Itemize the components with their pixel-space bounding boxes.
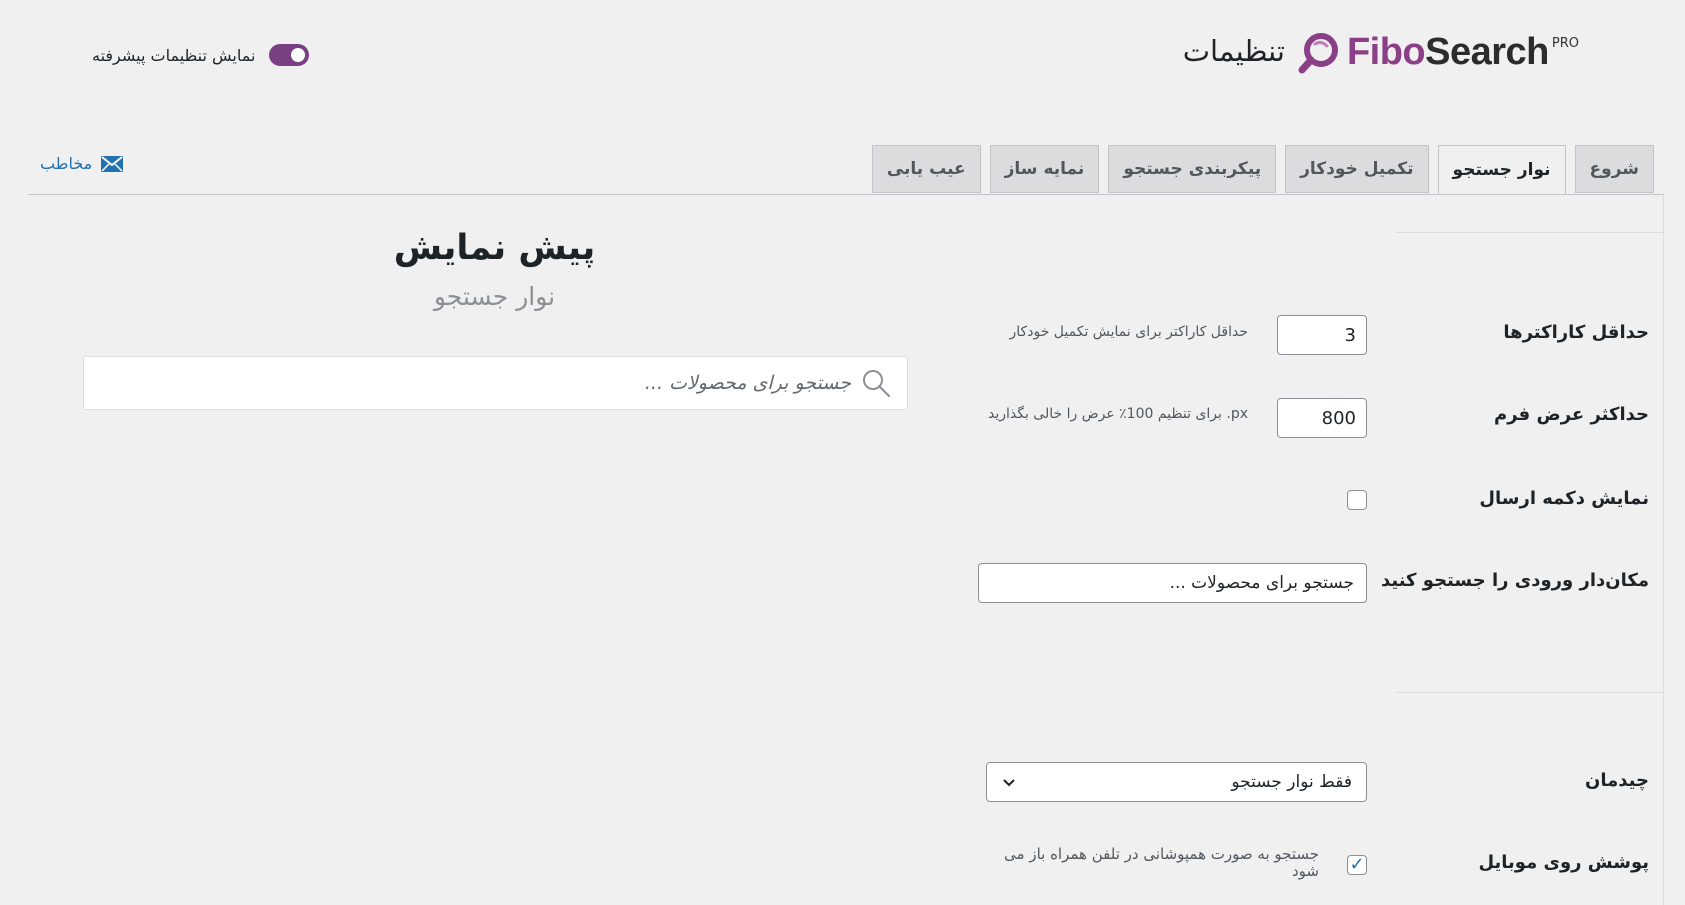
tab-search-config[interactable]: پیکربندی جستجو — [1108, 145, 1277, 193]
placeholder-input[interactable] — [978, 563, 1367, 603]
min-chars-input[interactable] — [1277, 315, 1367, 355]
advanced-settings-toggle[interactable]: نمایش تنظیمات پیشرفته — [92, 44, 310, 66]
section-divider — [1396, 232, 1664, 233]
max-width-input[interactable] — [1277, 398, 1367, 438]
submit-button-checkbox[interactable] — [1347, 490, 1367, 510]
contact-link[interactable]: مخاطب — [40, 154, 124, 173]
preview-search-placeholder: جستجو برای محصولات ... — [644, 372, 851, 394]
preview-title: پیش نمایش — [393, 228, 596, 268]
fibosearch-logo-icon — [1298, 33, 1338, 74]
settings-tabs: شروع نوار جستجو تکمیل خودکار پیکربندی جس… — [871, 145, 1654, 195]
magnifier-icon[interactable] — [861, 368, 891, 398]
chevron-down-icon — [1003, 779, 1015, 787]
layout-label: چیدمان — [1585, 770, 1649, 791]
layout-select[interactable]: فقط نوار جستجو — [986, 762, 1367, 802]
logo-wordmark: FiboSearch — [1346, 30, 1549, 73]
mobile-overlay-description: جستجو به صورت همپوشانی در تلفن همراه باز… — [1004, 845, 1319, 880]
page-title: تنظیمات — [1182, 34, 1285, 68]
toggle-switch[interactable] — [269, 44, 310, 66]
max-width-description: px. برای تنظیم 100٪ عرض را خالی بگذارید — [987, 406, 1248, 422]
max-width-label: حداکثر عرض فرم — [1494, 404, 1649, 425]
preview-search-bar[interactable]: جستجو برای محصولات ... — [83, 356, 908, 410]
tab-troubleshooting[interactable]: عیب یابی — [871, 145, 981, 193]
envelope-icon — [101, 155, 124, 172]
advanced-settings-label: نمایش تنظیمات پیشرفته — [92, 45, 256, 65]
min-chars-label: حداقل کاراکترها — [1503, 322, 1649, 343]
preview-subtitle: نوار جستجو — [433, 282, 556, 311]
tab-start[interactable]: شروع — [1574, 145, 1654, 193]
tabs-divider — [28, 194, 1664, 195]
logo-pro-badge: PRO — [1551, 36, 1579, 51]
contact-label: مخاطب — [40, 154, 93, 173]
fibosearch-logo: FiboSearch PRO — [1297, 30, 1579, 74]
layout-selected-value: فقط نوار جستجو — [1231, 772, 1352, 792]
mobile-overlay-checkbox[interactable]: ✓ — [1347, 855, 1367, 875]
section-divider — [1396, 692, 1664, 693]
tab-search-bar[interactable]: نوار جستجو — [1437, 145, 1566, 195]
placeholder-label: مکان‌دار ورودی را جستجو کنید — [1380, 570, 1649, 591]
mobile-overlay-label: پوشش روی موبایل — [1478, 852, 1649, 873]
submit-button-label: نمایش دکمه ارسال — [1479, 488, 1649, 509]
tab-autocomplete[interactable]: تکمیل خودکار — [1285, 145, 1429, 193]
column-divider — [1663, 195, 1664, 905]
check-icon: ✓ — [1349, 854, 1365, 875]
tab-indexer[interactable]: نمایه ساز — [989, 145, 1100, 193]
toggle-knob — [291, 48, 306, 62]
min-chars-description: حداقل کاراکتر برای نمایش تکمیل خودکار — [1009, 324, 1248, 340]
